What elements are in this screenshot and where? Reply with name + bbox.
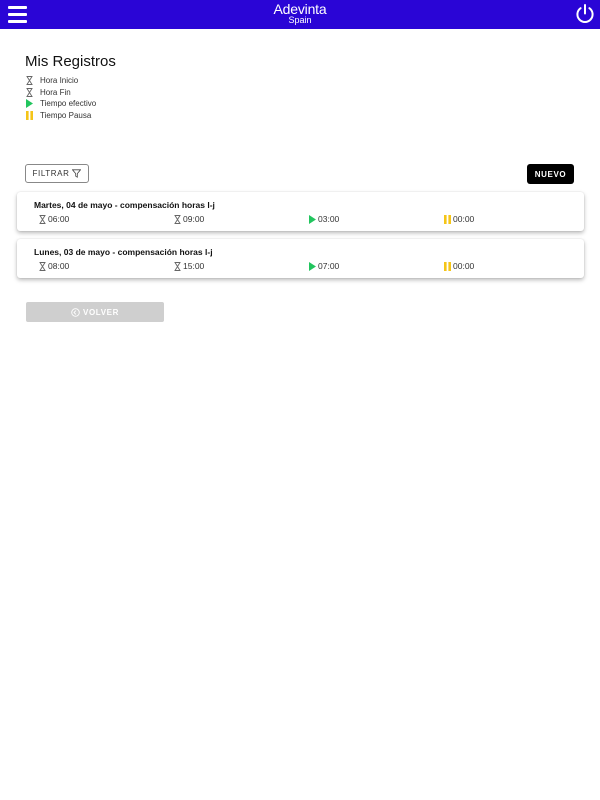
hourglass-icon	[173, 214, 181, 224]
back-circle-icon	[71, 307, 80, 317]
record-start: 06:00	[38, 214, 69, 224]
record-pause: 00:00	[443, 214, 474, 224]
hourglass-icon	[38, 214, 46, 224]
pause-time: 00:00	[453, 214, 475, 224]
pause-time: 00:00	[453, 261, 475, 271]
effective-time: 07:00	[318, 261, 340, 271]
record-title: Martes, 04 de mayo - compensación horas …	[34, 200, 215, 210]
record-title: Lunes, 03 de mayo - compensación horas l…	[34, 247, 213, 257]
pause-icon	[443, 214, 451, 224]
top-app-bar: Adevinta Spain	[0, 0, 600, 29]
legend-item-effective: Tiempo efectivo	[25, 98, 96, 110]
brand-subtitle: Spain	[288, 15, 312, 25]
pause-icon	[25, 111, 33, 121]
hourglass-icon	[25, 76, 33, 86]
record-effective: 07:00	[308, 261, 339, 271]
pause-icon	[443, 261, 451, 271]
new-button[interactable]: NUEVO	[527, 164, 574, 184]
record-start: 08:00	[38, 261, 69, 271]
start-time: 06:00	[48, 214, 70, 224]
play-icon	[25, 99, 33, 109]
filter-button[interactable]: FILTRAR	[25, 164, 89, 183]
record-pause: 00:00	[443, 261, 474, 271]
legend-label: Tiempo efectivo	[40, 99, 97, 109]
record-effective: 03:00	[308, 214, 339, 224]
brand-name: Adevinta	[273, 1, 327, 17]
record-card[interactable]: Martes, 04 de mayo - compensación horas …	[17, 192, 584, 231]
page-title: Mis Registros	[25, 53, 116, 70]
hourglass-icon	[173, 261, 181, 271]
legend-label: Hora Inicio	[40, 76, 79, 86]
record-end: 09:00	[173, 214, 204, 224]
effective-time: 03:00	[318, 214, 340, 224]
record-end: 15:00	[173, 261, 204, 271]
record-card[interactable]: Lunes, 03 de mayo - compensación horas l…	[17, 239, 584, 278]
legend-item-pause: Tiempo Pausa	[25, 110, 96, 122]
back-label: VOLVER	[83, 307, 119, 317]
end-time: 15:00	[183, 261, 205, 271]
play-icon	[308, 214, 316, 224]
filter-label: FILTRAR	[32, 169, 70, 178]
legend: Hora Inicio Hora Fin Tiempo efectivo Tie…	[25, 75, 96, 121]
legend-item-end: Hora Fin	[25, 87, 96, 99]
back-button[interactable]: VOLVER	[26, 302, 164, 322]
start-time: 08:00	[48, 261, 70, 271]
hourglass-icon	[38, 261, 46, 271]
legend-label: Tiempo Pausa	[40, 111, 92, 121]
legend-label: Hora Fin	[40, 87, 71, 97]
filter-icon	[72, 169, 82, 178]
legend-item-start: Hora Inicio	[25, 75, 96, 87]
power-icon[interactable]	[574, 3, 596, 25]
play-icon	[308, 261, 316, 271]
hourglass-icon	[25, 87, 33, 97]
end-time: 09:00	[183, 214, 205, 224]
brand-logo: Adevinta Spain	[0, 2, 600, 25]
